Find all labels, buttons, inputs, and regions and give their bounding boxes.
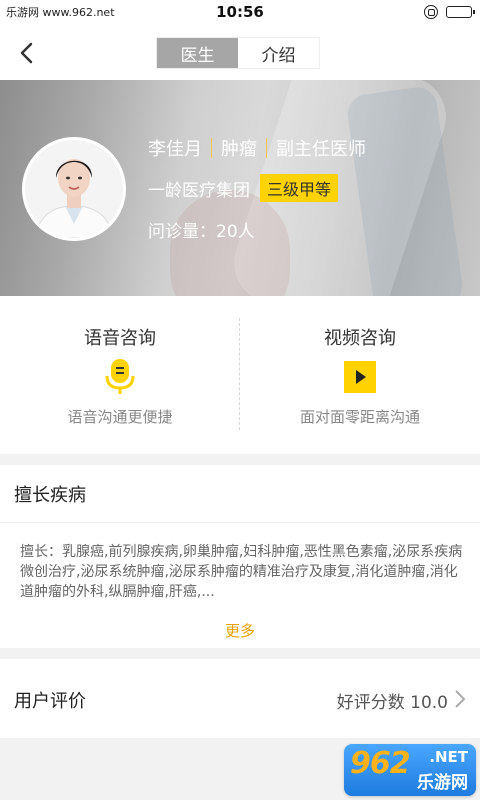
voice-consult-title: 语音咨询 [84, 328, 156, 349]
doctor-hero: 李佳月 肿瘤 副主任医师 一龄医疗集团 三级甲等 问诊量：20人 [0, 80, 480, 296]
rotation-lock-icon [424, 5, 438, 19]
tab-doctor[interactable]: 医生 [157, 38, 238, 68]
doctor-department: 肿瘤 [221, 139, 257, 160]
voice-consult-option[interactable]: 语音咨询 语音沟通更便捷 [0, 296, 240, 454]
watermark-logo: 962 .NET 乐游网 [344, 744, 476, 796]
video-consult-title: 视频咨询 [324, 328, 396, 349]
rating-score: 好评分数 10.0 [336, 693, 448, 713]
voice-consult-subtitle: 语音沟通更便捷 [67, 408, 173, 426]
more-link[interactable]: 更多 [0, 620, 480, 641]
status-bar: 乐游网 www.962.net 10:56 [0, 0, 480, 26]
specialty-section: 擅长疾病 擅长：乳腺癌,前列腺疾病,卵巢肿瘤,妇科肿瘤,恶性黑色素瘤,泌尿系疾病… [0, 465, 480, 648]
chevron-right-icon [455, 690, 466, 708]
user-rating-row[interactable]: 用户评价 好评分数 10.0 [0, 659, 480, 738]
video-consult-subtitle: 面对面零距离沟通 [299, 408, 420, 426]
status-icons [424, 5, 475, 19]
consult-options: 语音咨询 语音沟通更便捷 视频咨询 面对面零距离沟通 [0, 296, 480, 454]
doctor-avatar [22, 137, 126, 241]
segmented-tabs: 医生 介绍 [156, 37, 320, 69]
video-consult-option[interactable]: 视频咨询 面对面零距离沟通 [240, 296, 480, 454]
rating-label: 用户评价 [14, 691, 86, 712]
nav-bar: 医生 介绍 [0, 26, 480, 80]
microphone-icon [105, 359, 135, 394]
tab-introduction[interactable]: 介绍 [238, 38, 319, 68]
doctor-info-row: 李佳月 肿瘤 副主任医师 [148, 135, 366, 161]
doctor-name: 李佳月 [148, 139, 202, 160]
hospital-name: 一龄医疗集团 [148, 180, 250, 201]
hospital-grade-badge: 三级甲等 [260, 174, 339, 202]
specialty-heading: 擅长疾病 [0, 465, 480, 523]
play-icon [344, 361, 376, 393]
battery-icon [446, 6, 475, 18]
specialty-text: 擅长：乳腺癌,前列腺疾病,卵巢肿瘤,妇科肿瘤,恶性黑色素瘤,泌尿系疾病微创治疗,… [20, 544, 463, 600]
doctor-title: 副主任医师 [276, 139, 366, 160]
back-arrow-icon[interactable] [14, 39, 42, 67]
hospital-row: 一龄医疗集团 三级甲等 [148, 174, 339, 202]
visit-count: 问诊量：20人 [148, 222, 255, 242]
status-time: 10:56 [216, 3, 264, 21]
